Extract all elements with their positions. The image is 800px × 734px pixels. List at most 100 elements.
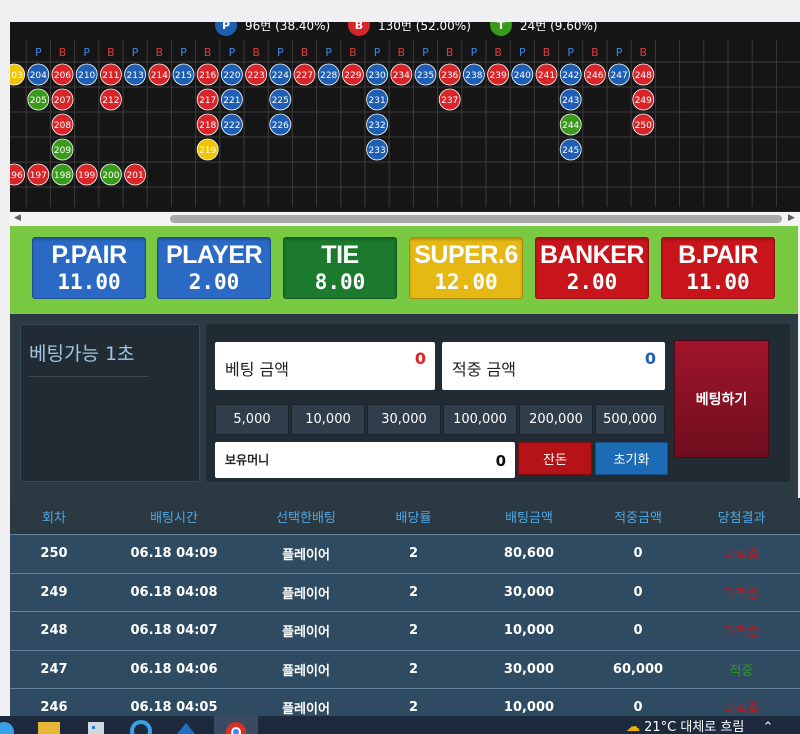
odds-super6-button[interactable]: SUPER.6 12.00 <box>409 237 523 299</box>
odds-name: PLAYER <box>165 241 263 269</box>
svg-text:238: 238 <box>465 71 482 81</box>
odds-player-button[interactable]: PLAYER 2.00 <box>157 237 271 299</box>
table-row: 250 06.18 04:09 플레이어 2 80,600 0 미적중 <box>10 534 800 573</box>
chrome-browser-icon[interactable] <box>224 720 248 734</box>
row-rate: 2 <box>408 584 419 600</box>
row-win: 0 <box>633 700 643 716</box>
scroll-thumb[interactable] <box>170 215 782 223</box>
odds-tie-button[interactable]: TIE 8.00 <box>283 237 397 299</box>
row-rate: 2 <box>408 623 419 639</box>
row-round: 247 <box>40 661 68 677</box>
svg-text:249: 249 <box>635 96 652 106</box>
chip-5000-button[interactable]: 5,000 <box>215 404 289 435</box>
svg-text:218: 218 <box>199 121 216 131</box>
windows-start-icon[interactable] <box>0 720 16 734</box>
svg-text:231: 231 <box>369 96 386 106</box>
bead-road-board: P B P B P B P B P B P B P B P B P B P B P B P B P B 203 204 206 210 21… <box>10 40 800 212</box>
svg-text:196: 196 <box>10 171 23 181</box>
weather-icon: ☁ <box>626 719 640 734</box>
table-row: 248 06.18 04:07 플레이어 2 10,000 0 미적중 <box>10 611 800 650</box>
road-header-letter: B <box>446 46 454 59</box>
win-amount-value: 0 <box>644 349 656 368</box>
road-header-letter: B <box>349 46 357 59</box>
row-win: 0 <box>633 546 643 562</box>
road-bead: 240 <box>511 63 534 86</box>
row-win: 60,000 <box>612 661 664 677</box>
bead-road-svg: P B P B P B P B P B P B P B P B P B P B P B P B P B 203 204 206 210 21… <box>10 40 800 212</box>
chip-500000-button[interactable]: 500,000 <box>595 404 665 435</box>
odds-name: BANKER <box>540 241 644 269</box>
row-amount: 10,000 <box>503 623 555 639</box>
balance-label: 보유머니 <box>225 453 270 467</box>
road-bead: 197 <box>27 163 50 186</box>
road-header-letter: B <box>252 46 260 59</box>
road-bead: 233 <box>366 138 389 161</box>
road-bead: 212 <box>100 88 122 111</box>
road-bead: 204 <box>27 63 50 86</box>
road-bead: 225 <box>269 88 292 111</box>
svg-text:226: 226 <box>272 121 289 131</box>
banker-stat-text: 130번 (52.00%) <box>378 22 471 33</box>
svg-text:198: 198 <box>54 171 71 181</box>
svg-text:236: 236 <box>441 71 458 81</box>
road-bead: 199 <box>75 163 98 186</box>
svg-text:248: 248 <box>635 71 652 81</box>
balance-box: 보유머니 0 <box>215 442 515 478</box>
file-explorer-icon[interactable] <box>38 720 60 734</box>
app-root: P 96번 (38.40%) B 130번 (52.00%) T 24번 (9.… <box>0 0 800 734</box>
row-choice: 플레이어 <box>282 663 330 679</box>
odds-banker-button[interactable]: BANKER 2.00 <box>535 237 649 299</box>
reset-button[interactable]: 초기화 <box>595 442 668 475</box>
row-amount: 80,600 <box>503 546 555 562</box>
header-choice: 선택한배팅 <box>276 510 336 526</box>
scroll-right-icon[interactable]: ▶ <box>788 213 795 223</box>
chip-200000-button[interactable]: 200,000 <box>519 404 593 435</box>
road-bead: 222 <box>220 113 243 136</box>
edge-browser-icon[interactable] <box>130 720 152 734</box>
svg-text:215: 215 <box>175 71 192 81</box>
road-bead: 206 <box>51 63 74 86</box>
row-time: 06.18 04:09 <box>130 546 218 562</box>
road-bead: 236 <box>438 63 461 86</box>
road-bead: 234 <box>390 63 413 86</box>
row-win: 0 <box>633 623 643 639</box>
chip-10000-button[interactable]: 10,000 <box>291 404 365 435</box>
svg-text:223: 223 <box>248 71 265 81</box>
chip-30000-button[interactable]: 30,000 <box>367 404 441 435</box>
change-button[interactable]: 잔돈 <box>518 442 592 475</box>
odds-b-pair-button[interactable]: B.PAIR 11.00 <box>661 237 775 299</box>
svg-text:228: 228 <box>320 71 337 81</box>
road-bead: 209 <box>51 138 74 161</box>
svg-text:246: 246 <box>586 71 603 81</box>
svg-text:217: 217 <box>199 96 216 106</box>
odds-name: B.PAIR <box>678 241 758 269</box>
chip-100000-button[interactable]: 100,000 <box>443 404 517 435</box>
tray-chevron-icon[interactable]: ⌃ <box>762 720 773 734</box>
road-header-letter: P <box>471 46 478 59</box>
road-bead: 201 <box>124 163 146 186</box>
header-result: 당첨결과 <box>717 510 766 526</box>
app-icon[interactable] <box>175 720 197 734</box>
place-bet-button[interactable]: 베팅하기 <box>674 340 769 458</box>
svg-text:239: 239 <box>490 71 507 81</box>
odds-p-pair-button[interactable]: P.PAIR 11.00 <box>32 237 146 299</box>
road-bead: 211 <box>100 63 122 86</box>
road-bead: 210 <box>75 63 98 86</box>
road-bead: 216 <box>196 63 219 86</box>
svg-text:212: 212 <box>102 96 119 106</box>
svg-text:233: 233 <box>369 146 386 156</box>
road-bead: 246 <box>584 63 606 86</box>
road-bead: 203 <box>10 63 25 86</box>
table-row: 249 06.18 04:08 플레이어 2 30,000 0 미적중 <box>10 572 800 611</box>
bet-history-table: 회차 배팅시간 선택한배팅 배당률 배팅금액 적중금액 당첨결과 250 06.1… <box>10 498 800 727</box>
svg-text:201: 201 <box>127 171 144 181</box>
road-bead: 242 <box>559 63 582 86</box>
store-icon[interactable] <box>85 720 107 734</box>
road-header-letter: P <box>325 46 332 59</box>
row-choice: 플레이어 <box>282 702 330 718</box>
road-scrollbar[interactable]: ◀ ▶ <box>10 212 800 226</box>
scroll-left-icon[interactable]: ◀ <box>14 213 21 223</box>
road-bead: 237 <box>438 88 461 111</box>
road-bead: 229 <box>341 63 364 86</box>
row-round: 250 <box>40 546 68 562</box>
